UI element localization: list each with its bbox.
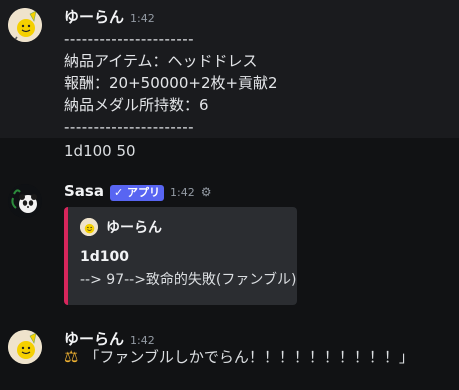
smiley-avatar-icon[interactable] — [8, 330, 42, 364]
smiley-avatar-icon[interactable] — [8, 8, 42, 42]
embed-author-name: ゆーらん — [106, 220, 162, 236]
embed-card: ゆーらん 1d100 --> 97-->致命的失敗(ファンブル) — [64, 207, 297, 305]
message-2: 1d100 50 — [0, 138, 459, 168]
separator-line: ---------------------- — [64, 118, 195, 136]
author-name[interactable]: Sasa — [64, 182, 104, 200]
message-text: 1d100 50 — [64, 142, 136, 160]
author-name[interactable]: ゆーらん — [64, 6, 124, 27]
medal-line: 納品メダル所持数：6 — [64, 96, 209, 114]
embed-description: --> 97-->致命的失敗(ファンブル) — [80, 272, 297, 288]
scale-icon: ⚖ — [64, 347, 79, 366]
message-3: Sasa ✓ アプリ 1:42 ⚙ ゆーらん 1d100 --> 97-->致命… — [0, 176, 459, 316]
timestamp: 1:42 — [130, 12, 155, 25]
smiley-avatar-icon — [80, 218, 98, 236]
separator-line: ---------------------- — [64, 30, 195, 48]
message-body: ⚖ 「ファンブルしかでらん！！！！！！！！！！」 — [64, 346, 414, 367]
message-4: ゆーらん 1:42 ⚖ 「ファンブルしかでらん！！！！！！！！！！」 — [0, 322, 459, 390]
timestamp: 1:42 — [170, 186, 195, 199]
panda-avatar-icon[interactable] — [8, 184, 42, 218]
message-body: ---------------------- 納品アイテム：ヘッドドレス 報酬：… — [64, 28, 278, 138]
app-command-icon[interactable]: ⚙ — [201, 185, 212, 199]
message-1: ゆーらん 1:42 ---------------------- 納品アイテム：… — [0, 0, 459, 138]
message-text: 「ファンブルしかでらん！！！！！！！！！！」 — [84, 348, 414, 366]
item-line: 納品アイテム：ヘッドドレス — [64, 52, 258, 70]
embed-author: ゆーらん — [80, 217, 162, 237]
app-badge: ✓ アプリ — [109, 185, 165, 201]
reward-line: 報酬：20+50000+2枚+貢献2 — [64, 74, 278, 92]
embed-title: 1d100 — [80, 249, 129, 265]
